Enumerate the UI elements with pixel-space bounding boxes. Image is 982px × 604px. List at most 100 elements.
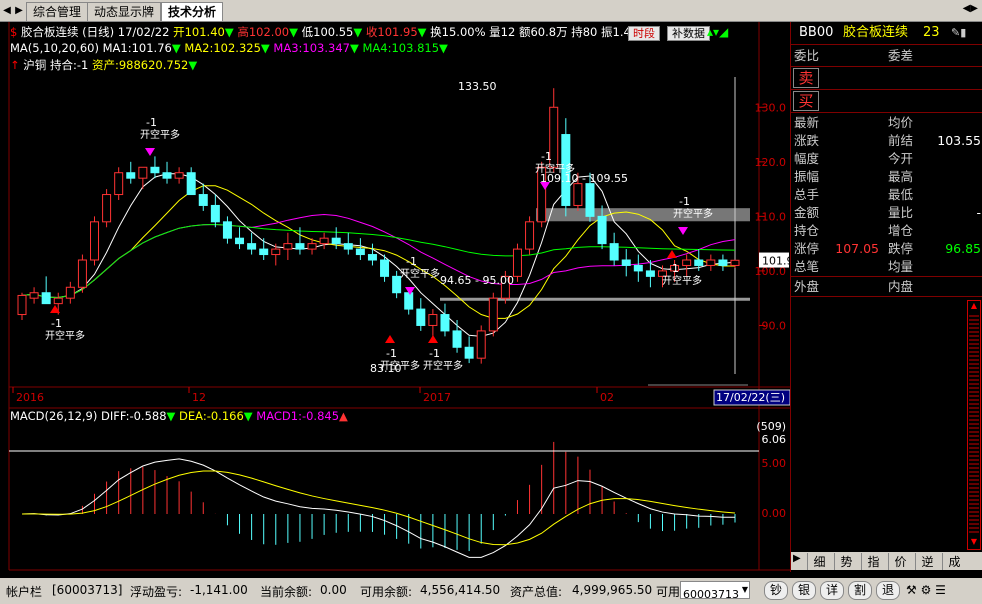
contract-label: 沪铜 [23, 58, 47, 72]
price-axis-label: 90.0 [762, 319, 787, 332]
cut-button[interactable]: 割 [848, 581, 872, 600]
signal-label: 开空平多 [535, 162, 575, 175]
account-status-bar: 帐户栏 [60003713] 浮动盈亏: -1,141.00 当前余额: 0.0… [0, 578, 982, 604]
quote-name: 胶合板连续 [843, 25, 909, 40]
quote-code: BB00 [799, 25, 834, 40]
position-label: 持80 [571, 25, 598, 39]
signal-label: 开空平多 [140, 128, 180, 141]
detail-button[interactable]: 详 [820, 581, 844, 600]
quote-row: 总笔 均量 [791, 258, 982, 276]
signal-count: -1 [386, 347, 397, 360]
tab-technical-analysis[interactable]: 技术分析 [161, 2, 224, 21]
period-button[interactable]: 时段 [628, 26, 660, 41]
quote-row-value2: 96.85 [945, 241, 981, 256]
tab-scroll-icon[interactable]: ◀▶ [963, 3, 978, 14]
candle-body [488, 297, 498, 332]
panel-tab[interactable]: 成 [942, 553, 966, 570]
high-annotation: 133.50 [458, 80, 497, 93]
macd-axis-label: 6.06 [762, 433, 787, 446]
candle-body [621, 259, 631, 266]
quote-row-label: 持仓 [794, 223, 820, 238]
quote-num: 23 [923, 25, 940, 40]
quote-row-label: 涨停 [794, 241, 820, 256]
exit-button[interactable]: 退 [876, 581, 900, 600]
candle-body [609, 243, 619, 261]
candle-body [525, 221, 535, 250]
candle-body [235, 237, 245, 245]
quote-row-label: 振幅 [794, 169, 820, 184]
balance-label: 当前余额: [260, 585, 313, 599]
signal-label: 开空平多 [45, 329, 85, 342]
fill-data-button[interactable]: 补数据 [667, 26, 710, 41]
quote-panel: BB00 胶合板连续 23 ✎▮ 委比 委差 卖 买 最新 均价 涨跌 前结 103.5… [790, 22, 982, 572]
candle-body [404, 292, 414, 310]
macd-diff: DIFF:-0.588 [101, 409, 167, 423]
kline-chart[interactable]: 130.0120.0110.0100.090.0101.920161220170… [0, 22, 790, 578]
candle-body [706, 259, 716, 266]
quote-row-label2: 增仓 [888, 223, 914, 238]
turnover-label: 换15.00% [430, 25, 486, 39]
price-axis-label: 130.0 [755, 101, 787, 114]
panel-tab-prev-icon[interactable]: ▶ [793, 553, 801, 564]
tab-prev-icon[interactable]: ◀ [1, 3, 13, 19]
sell-label: 卖 [793, 68, 819, 88]
candle-body [271, 248, 281, 256]
bank-button[interactable]: 银 [792, 581, 816, 600]
quote-row-label2: 前结 [888, 133, 914, 148]
macd-axis-label: 0.00 [762, 507, 787, 520]
candle-body [718, 259, 728, 266]
ma-legend: MA(5,10,20,60) MA1:101.76▼ MA2:102.325▼ … [10, 41, 448, 55]
resistance-band [536, 208, 750, 222]
candle-body [90, 221, 100, 261]
quote-row: 最新 均价 [791, 114, 982, 132]
close-label: 收101.95 [365, 25, 418, 39]
cash-button[interactable]: 钞 [764, 581, 788, 600]
panel-tab[interactable]: 指 [861, 553, 885, 570]
tab-overview[interactable]: 综合管理 [26, 2, 89, 21]
candle-body [138, 166, 148, 179]
candle-body [440, 314, 450, 332]
ma4-value: MA4:103.815 [362, 41, 440, 55]
account-select-value: 60003713 [683, 588, 739, 601]
chart-header: $ 胶合板连续 (日线) 17/02/22 开101.40▼ 高102.00▼ … [10, 25, 650, 39]
quote-row-label2: 量比 [888, 205, 914, 220]
panel-tab[interactable]: 细 [807, 553, 831, 570]
account-select[interactable]: 60003713 ▼ [680, 581, 750, 601]
total-assets-value: 4,999,965.50 [572, 583, 653, 597]
candle-body [319, 237, 329, 245]
quote-row-label: 总手 [794, 187, 820, 202]
candle-body [307, 243, 317, 250]
symbol-icon: $ [10, 25, 18, 39]
available-label: 可用余额: [360, 585, 413, 599]
low-label: 低100.55 [301, 25, 354, 39]
macd-dea: DEA:-0.166 [179, 409, 244, 423]
candle-body [633, 264, 643, 272]
panel-tools-icon[interactable]: ✎▮ [951, 22, 966, 44]
panel-tab[interactable]: 价 [888, 553, 912, 570]
panel-scrollbar[interactable]: ▲ ▼ [967, 300, 981, 550]
tab-next-icon[interactable]: ▶ [13, 3, 25, 19]
panel-tab[interactable]: 逆 [915, 553, 939, 570]
status-tool-icons[interactable]: ⚒ ⚙ ☰ [906, 583, 946, 597]
quote-row-label: 最新 [794, 115, 820, 130]
quote-row: 幅度 今开 [791, 150, 982, 168]
float-pl-label: 浮动盈亏: [130, 585, 183, 599]
date-label: 17/02/22 [117, 25, 170, 39]
tab-dynamic-board[interactable]: 动态显示牌 [87, 2, 162, 21]
indicator-icons[interactable]: ▴▾◢ [707, 25, 728, 39]
macd-label: MACD(26,12,9) [10, 409, 98, 423]
symbol-name: 胶合板连续 [20, 25, 79, 39]
quote-row-value2: 103.55 [937, 133, 981, 148]
candle-body [476, 330, 486, 359]
panel-tab[interactable]: 势 [834, 553, 858, 570]
quote-row-label: 涨跌 [794, 133, 820, 148]
candle-body [597, 215, 607, 245]
quote-row: 涨跌 前结 103.55 [791, 132, 982, 150]
candle-body [682, 259, 692, 266]
quote-row-value2: - [976, 205, 981, 220]
available-value: 4,556,414.50 [420, 583, 501, 597]
candle-body [114, 172, 124, 196]
price-axis-label: 120.0 [755, 156, 787, 169]
candle-body [464, 346, 474, 359]
candle-body [452, 330, 462, 348]
